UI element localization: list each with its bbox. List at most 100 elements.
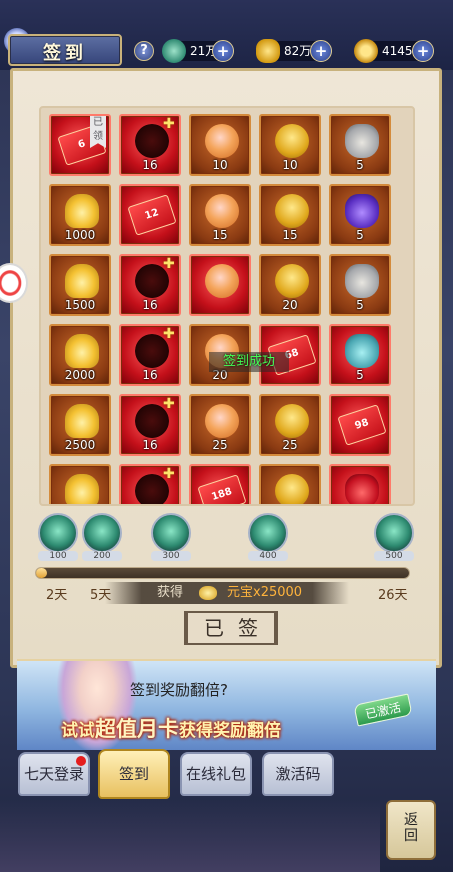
coin-icon [354, 39, 378, 63]
promo-try: 试试 [61, 721, 95, 741]
title-plate: 签到 [8, 34, 122, 66]
reward-cell[interactable]: 12 [119, 184, 181, 246]
reward-cell[interactable] [259, 464, 321, 504]
reward-count: 5 [356, 158, 364, 172]
reward-count: 16 [142, 368, 158, 382]
milestone-chest-icon[interactable] [82, 513, 122, 553]
reward-cell[interactable] [49, 464, 111, 504]
reward-count: 2500 [64, 438, 96, 452]
reward-count: 16 [142, 438, 158, 452]
gold-icon [65, 334, 99, 368]
tab-label: 签到 [118, 765, 149, 783]
notification-dot-icon [76, 756, 86, 766]
reward-cell[interactable]: 15 [259, 184, 321, 246]
token-icon [275, 474, 309, 504]
reward-count: 2000 [64, 368, 96, 382]
plus-star-icon: ✚ [163, 396, 175, 412]
reward-count: 5 [356, 368, 364, 382]
sign-success-toast: 签到成功 [209, 352, 289, 372]
reward-count: 20 [282, 298, 298, 312]
sign-progress-fill [36, 568, 48, 578]
bag-icon [345, 264, 379, 298]
reward-cell[interactable]: 10 [189, 114, 251, 176]
envelope-icon: 98 [337, 404, 387, 446]
page-title: 签到 [43, 43, 87, 64]
reward-cell[interactable]: ✚ 16 [119, 114, 181, 176]
red-bag-icon [345, 474, 379, 504]
reward-cell[interactable] [329, 464, 391, 504]
gold-icon [65, 404, 99, 438]
reward-grid: 6 已领 ✚ 16 10 10 5 1000 12 15 15 5 1500 ✚ 16 20 5 2000 ✚ 16 2… [39, 106, 415, 506]
reward-cell[interactable]: 15 [189, 184, 251, 246]
reward-cell[interactable]: 5 [329, 254, 391, 316]
reward-count: 16 [142, 298, 158, 312]
banner-promo: 试试超值月卡获得奖励翻倍 [61, 713, 281, 743]
help-button[interactable]: ? [134, 41, 154, 61]
milestone-chest-icon[interactable] [248, 513, 288, 553]
reward-cell[interactable]: ✚ 16 [119, 394, 181, 456]
reward-count: 10 [282, 158, 298, 172]
top-bar: 签到 ? 21万 + 82万 + 4145万 + [0, 0, 453, 70]
peach-icon [205, 194, 239, 228]
tab-online-gift[interactable]: 在线礼包 [180, 752, 252, 796]
claimed-tag: 已领 [90, 116, 106, 148]
gold-ingot-value: 82万 [284, 44, 312, 58]
reward-cell[interactable]: 5 [329, 324, 391, 386]
reward-cell[interactable]: 6 已领 [49, 114, 111, 176]
signed-button[interactable]: 已签 [184, 611, 278, 645]
coin-counter: 4145万 + [354, 39, 434, 63]
reward-cell[interactable]: 25 [259, 394, 321, 456]
add-jade-button[interactable]: + [212, 40, 234, 62]
reward-cell[interactable]: 98 [329, 394, 391, 456]
peach-icon [205, 264, 239, 298]
reward-cell[interactable]: ✚ 16 [119, 324, 181, 386]
envelope-icon: 12 [127, 194, 177, 236]
reward-count: 15 [212, 228, 228, 242]
reward-cell[interactable]: 2000 [49, 324, 111, 386]
banner-question: 签到奖励翻倍? [130, 681, 228, 699]
reward-prefix: 获得 [157, 585, 184, 600]
reward-strip: 获得 元宝x25000 [105, 582, 349, 604]
bag-jade-icon [345, 334, 379, 368]
reward-cell[interactable]: 1000 [49, 184, 111, 246]
token-icon [275, 404, 309, 438]
reward-cell[interactable]: 10 [259, 114, 321, 176]
reward-cell[interactable] [189, 254, 251, 316]
peach-icon [205, 404, 239, 438]
reward-cell[interactable]: 188 [189, 464, 251, 504]
gold-ingot-small-icon [199, 586, 217, 600]
milestone-label: 200 [82, 551, 122, 561]
milestone-label: 100 [38, 551, 78, 561]
reward-count: 5 [356, 298, 364, 312]
jade-counter: 21万 + [162, 39, 234, 63]
monthly-card-banner[interactable]: 签到奖励翻倍? 试试超值月卡获得奖励翻倍 已激活 [17, 659, 436, 750]
reward-cell[interactable]: 20 [259, 254, 321, 316]
reward-cell[interactable]: 5 [329, 184, 391, 246]
gold-icon [65, 474, 99, 504]
reward-count: 5 [356, 228, 364, 242]
reward-count: 15 [282, 228, 298, 242]
milestone-chest-icon[interactable] [38, 513, 78, 553]
gold-icon [65, 264, 99, 298]
add-coin-button[interactable]: + [412, 40, 434, 62]
plus-star-icon: ✚ [163, 116, 175, 132]
reward-cell[interactable]: 2500 [49, 394, 111, 456]
day-label-2: 2天 [46, 588, 68, 603]
gold-ingot-icon [256, 39, 280, 63]
plus-star-icon: ✚ [163, 256, 175, 272]
add-gold-ingot-button[interactable]: + [310, 40, 332, 62]
tab-label: 在线礼包 [185, 765, 246, 783]
reward-cell[interactable]: ✚ [119, 464, 181, 504]
milestone-chest-icon[interactable] [374, 513, 414, 553]
milestone-chest-icon[interactable] [151, 513, 191, 553]
back-button[interactable]: 返回 [386, 800, 436, 860]
reward-cell[interactable]: 5 [329, 114, 391, 176]
tab-activation-code[interactable]: 激活码 [262, 752, 334, 796]
reward-cell[interactable]: 25 [189, 394, 251, 456]
reward-cell[interactable]: 1500 [49, 254, 111, 316]
reward-cell[interactable]: ✚ 16 [119, 254, 181, 316]
tab-sign-in[interactable]: 签到 [98, 749, 170, 799]
reward-count: 25 [212, 438, 228, 452]
tab-seven-day-login[interactable]: 七天登录 [18, 752, 90, 796]
token-icon [275, 264, 309, 298]
